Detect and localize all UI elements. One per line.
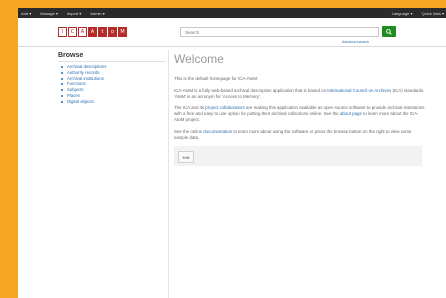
search-icon [386,28,392,35]
menu-admin[interactable]: Admin ▾ [90,11,104,16]
logo-letter: A [88,27,97,37]
menu-import[interactable]: Import ▾ [67,11,81,16]
logo-letter: o [108,27,117,37]
header: I C A A t o M Advanced search [18,18,446,47]
menu-quick-links[interactable]: Quick links ▾ [422,11,444,16]
text: ICA-AtoM is a fully web-based archival d… [174,87,328,93]
text: The ICA and its [174,105,206,111]
menu-language[interactable]: Language ▾ [392,11,413,16]
site-logo[interactable]: I C A A t o M [58,27,127,37]
advanced-search-link[interactable]: Advanced search [342,40,369,44]
ica-link[interactable]: International Council on Archives [327,88,391,93]
project-collaborators-link[interactable]: project collaborators [205,105,245,110]
menu-add[interactable]: Add ▾ [21,11,31,16]
logo-letter: t [98,27,107,37]
main-content: Welcome This is the default homepage for… [174,52,426,167]
page: Add ▾ Manage ▾ Import ▾ Admin ▾ Language… [18,0,446,298]
collaborators-paragraph: The ICA and its project collaborators ar… [174,105,426,122]
browse-list: Archival descriptions Authority records … [58,64,166,105]
search-box [180,27,379,37]
browse-title: Browse [58,52,166,62]
text: See the online [174,128,204,134]
page-title: Welcome [174,52,224,66]
top-menu-bar: Add ▾ Manage ▾ Import ▾ Admin ▾ Language… [18,8,446,18]
browse-sidebar: Browse Archival descriptions Authority r… [58,52,166,105]
logo-letter: I [58,27,67,37]
edit-button[interactable]: Edit [178,151,194,164]
about-paragraph: ICA-AtoM is a fully web-based archival d… [174,88,426,100]
about-page-link[interactable]: about page [340,111,362,116]
logo-letter: M [118,27,127,37]
logo-letter: A [78,27,87,37]
search-button[interactable] [382,26,396,37]
documentation-paragraph: See the online documentation to learn mo… [174,129,426,141]
search-input[interactable] [185,30,374,35]
column-divider [168,50,169,298]
logo-letter: C [68,27,77,37]
intro-paragraph: This is the default homepage for ICA-Ato… [174,76,259,81]
top-strip [18,0,446,8]
menu-manage[interactable]: Manage ▾ [40,11,58,16]
browse-item-digital-objects[interactable]: Digital objects [58,99,166,105]
documentation-link[interactable]: documentation [203,129,232,134]
edit-panel: Edit [174,146,422,167]
